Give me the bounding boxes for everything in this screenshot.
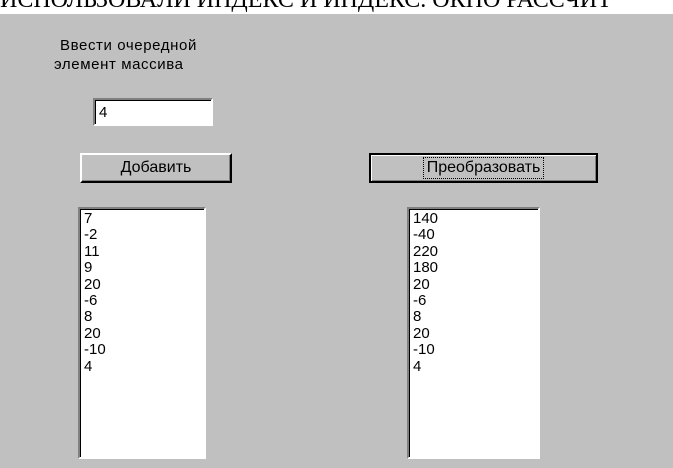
list-item[interactable]: 20	[84, 276, 204, 293]
list-item[interactable]: 180	[413, 259, 538, 276]
list-item[interactable]: 8	[84, 309, 204, 326]
list-item[interactable]: 8	[413, 309, 538, 326]
element-input[interactable]: 4	[93, 98, 213, 126]
list-item[interactable]: 20	[84, 325, 204, 342]
prompt-label-line2: элемент массива	[54, 56, 184, 73]
list-item[interactable]: 220	[413, 243, 538, 260]
list-item[interactable]: -40	[413, 226, 538, 243]
list-item[interactable]: -2	[84, 226, 204, 243]
prompt-label-line1: Ввести очередной	[60, 37, 197, 54]
list-item[interactable]: 20	[413, 325, 538, 342]
list-item[interactable]: -10	[413, 341, 538, 358]
cropped-text-line: ИСПОЛЬЗОВАЛИ ИНДЕКС И ИНДЕКС. ОКНО РАССЧ…	[0, 0, 612, 13]
list-item[interactable]: -6	[413, 292, 538, 309]
cropped-document-text: ИСПОЛЬЗОВАЛИ ИНДЕКС И ИНДЕКС. ОКНО РАССЧ…	[0, 0, 673, 14]
convert-button-label: Преобразовать	[422, 157, 545, 179]
convert-button[interactable]: Преобразовать	[369, 153, 598, 183]
form-window: Ввести очередной элемент массива 4 Добав…	[0, 14, 673, 468]
source-listbox[interactable]: 7 -2 11 9 20 -6 8 20 -10 4	[78, 207, 206, 459]
list-item[interactable]: -10	[84, 341, 204, 358]
list-item[interactable]: 4	[413, 358, 538, 375]
list-item[interactable]: 7	[84, 210, 204, 227]
list-item[interactable]: 9	[84, 259, 204, 276]
list-item[interactable]: 11	[84, 243, 204, 260]
list-item[interactable]: 140	[413, 210, 538, 227]
list-item[interactable]: 20	[413, 276, 538, 293]
add-button[interactable]: Добавить	[80, 153, 232, 183]
result-listbox[interactable]: 140 -40 220 180 20 -6 8 20 -10 4	[407, 207, 540, 459]
list-item[interactable]: -6	[84, 292, 204, 309]
list-item[interactable]: 4	[84, 358, 204, 375]
